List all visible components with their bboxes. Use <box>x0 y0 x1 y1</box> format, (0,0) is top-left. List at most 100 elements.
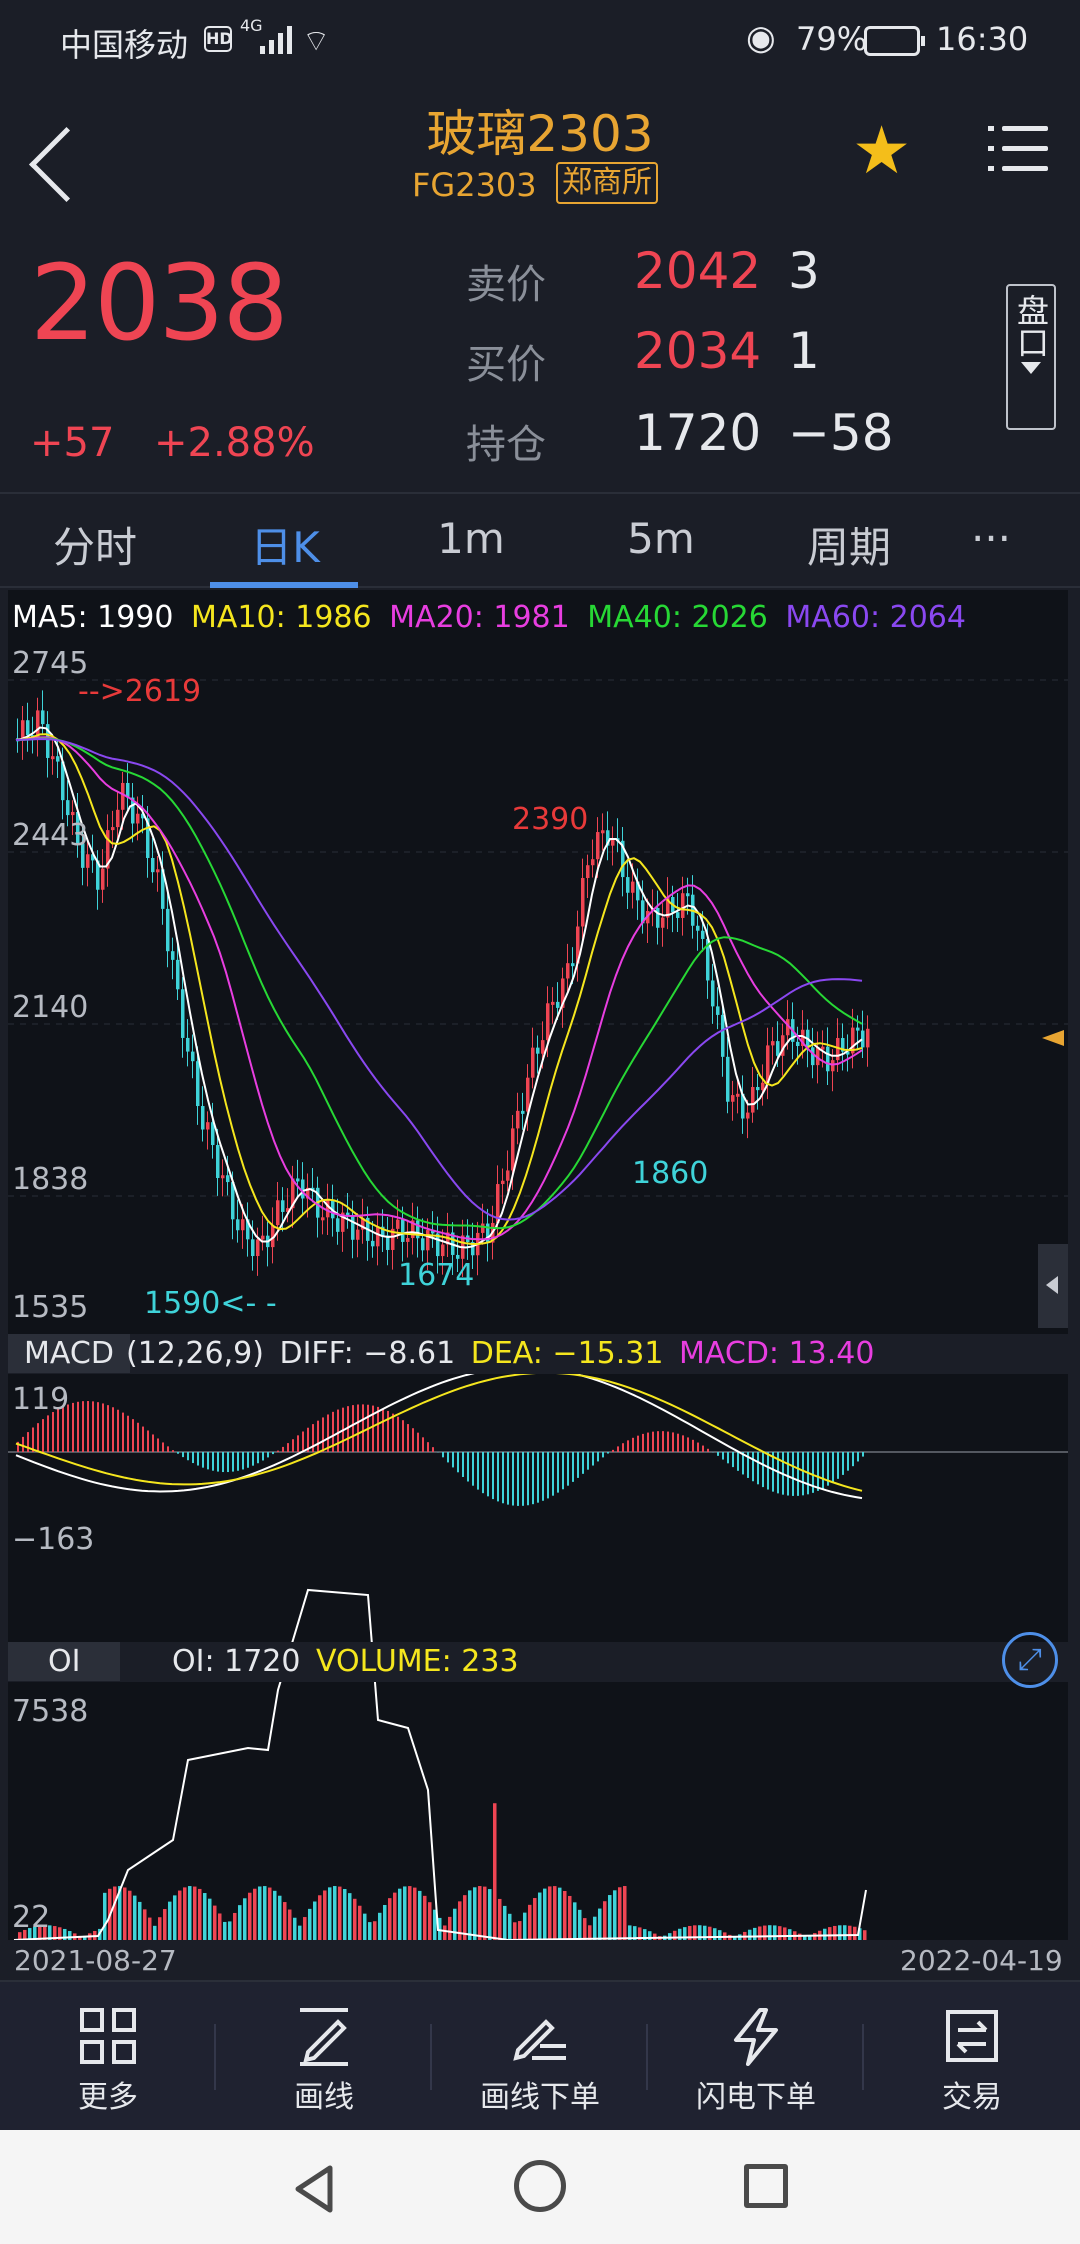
volume-bar <box>273 1890 277 1942</box>
candle-body <box>531 1047 535 1078</box>
bid-price: 2034 <box>634 322 762 380</box>
volume-bar <box>333 1886 337 1942</box>
trough-annotation: 1674 <box>398 1258 475 1293</box>
volume-bar <box>453 1908 457 1942</box>
volume-bar <box>478 1886 482 1942</box>
volume-bar <box>483 1886 487 1942</box>
volume-bar <box>243 1898 247 1942</box>
collapse-handle[interactable] <box>1038 1244 1068 1328</box>
menu-icon[interactable] <box>988 120 1048 180</box>
ask-price: 2042 <box>634 242 762 300</box>
tab-1m[interactable]: 1m <box>396 514 546 563</box>
candle-body <box>426 1230 430 1251</box>
candle-body <box>241 1219 245 1231</box>
trade-label: 交易 <box>942 2080 1002 2115</box>
volume-bar <box>183 1887 187 1942</box>
volume-bar <box>343 1888 347 1942</box>
peak-annotation: 2390 <box>512 802 589 837</box>
candle-body <box>716 1006 720 1015</box>
candle-body <box>511 1128 515 1171</box>
battery-icon <box>864 26 925 56</box>
tab-period[interactable]: 周期 <box>774 514 924 575</box>
volume-bar <box>493 1803 497 1942</box>
ask-label: 卖价 <box>466 262 546 308</box>
grid-icon <box>78 2006 138 2066</box>
candle-body <box>116 809 120 828</box>
candle-body <box>281 1200 285 1212</box>
candle-body <box>201 1106 205 1130</box>
volume-bar <box>338 1886 342 1942</box>
tab-5m[interactable]: 5m <box>586 514 736 563</box>
candle-body <box>661 917 665 928</box>
ma60-label: MA60: 2064 <box>785 600 966 635</box>
more-button[interactable]: 更多 <box>0 1982 216 2132</box>
chevron-down-icon <box>1021 362 1041 374</box>
volume-bar <box>358 1905 362 1942</box>
candle-body <box>626 877 630 893</box>
volume-bar <box>528 1904 532 1942</box>
draw-order-button[interactable]: 画线下单 <box>432 1982 648 2132</box>
volume-bar <box>133 1895 137 1942</box>
exchange-badge: 郑商所 <box>556 162 658 204</box>
volume-bar <box>408 1886 412 1942</box>
candle-body <box>276 1200 280 1226</box>
volume-bar <box>173 1895 177 1942</box>
volume-bar <box>233 1912 237 1942</box>
active-tab-indicator <box>210 582 358 588</box>
draw-line-button[interactable]: 画线 <box>216 1982 432 2132</box>
draw-line-icon <box>294 2006 354 2066</box>
candle-body <box>516 1110 520 1129</box>
period-tabs: 分时 日K 1m 5m 周期 ··· <box>0 492 1080 588</box>
favorite-star-icon[interactable]: ★ <box>852 112 911 189</box>
candle-body <box>226 1175 230 1183</box>
volume-bar <box>128 1890 132 1942</box>
volume-bar <box>618 1887 622 1942</box>
candle-body <box>156 869 160 873</box>
kline-chart-area[interactable]: MA5: 1990 MA10: 1986 MA20: 1981 MA40: 20… <box>8 590 1068 1980</box>
candle-body <box>501 1180 505 1185</box>
oi-header <box>8 1642 1068 1682</box>
macd-value: MACD: 13.40 <box>679 1336 875 1371</box>
trade-button[interactable]: 交易 <box>864 1982 1080 2132</box>
flash-order-button[interactable]: 闪电下单 <box>648 1982 864 2132</box>
tab-intraday[interactable]: 分时 <box>20 514 170 575</box>
volume-bar <box>313 1901 317 1942</box>
volume-bar <box>293 1917 297 1942</box>
candle-body <box>591 859 595 866</box>
expand-icon[interactable]: ⤢ <box>1002 1632 1058 1688</box>
volume-bar <box>253 1888 257 1942</box>
candle-body <box>681 893 685 918</box>
volume-bar <box>223 1921 227 1942</box>
volume-bar <box>448 1916 452 1942</box>
volume-bar <box>403 1886 407 1942</box>
oi-indicator-select[interactable]: OI <box>8 1642 121 1681</box>
volume-bar <box>158 1917 162 1942</box>
macd-indicator-select[interactable]: MACD <box>8 1334 130 1373</box>
volume-bar <box>168 1901 172 1942</box>
candle-body <box>186 1037 190 1052</box>
candle-body <box>441 1244 445 1257</box>
nav-recents-icon[interactable] <box>744 2164 788 2208</box>
start-date: 2021-08-27 <box>14 1944 177 1977</box>
tab-more[interactable]: ··· <box>916 514 1066 563</box>
candle-body <box>166 908 170 952</box>
volume-bar <box>623 1886 627 1942</box>
candle-body <box>261 1235 265 1240</box>
volume-bar <box>473 1887 477 1942</box>
volume-bar <box>268 1887 272 1942</box>
macd-axis-top: 119 <box>12 1382 70 1417</box>
nav-home-icon[interactable] <box>514 2160 566 2212</box>
candle-body <box>546 1003 550 1041</box>
volume-bar <box>288 1909 292 1942</box>
order-book-button[interactable]: 盘口 <box>1006 284 1056 430</box>
ma20-label: MA20: 1981 <box>389 600 570 635</box>
volume-bar <box>428 1902 432 1942</box>
candle-body <box>581 878 585 927</box>
candle-body <box>756 1087 760 1091</box>
volume-bar <box>613 1890 617 1942</box>
bottom-toolbar: 更多 画线 画线下单 闪电下单 交易 <box>0 1980 1080 2130</box>
volume-bar <box>418 1890 422 1942</box>
tab-daily-k[interactable]: 日K <box>210 514 360 575</box>
volume-bar <box>413 1887 417 1942</box>
nav-back-icon[interactable] <box>290 2164 340 2214</box>
